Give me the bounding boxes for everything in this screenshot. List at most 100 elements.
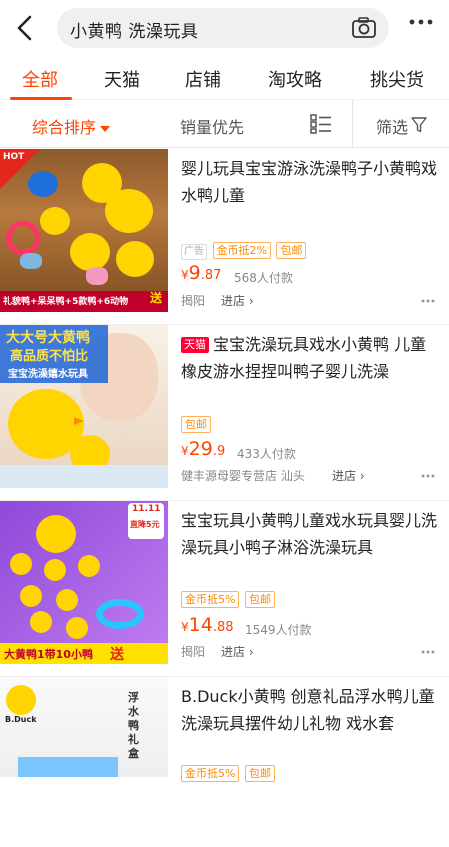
product-card[interactable]: HOT 礼貌鸭+呆呆鸭+5款鸭+6动物 送 婴儿玩具宝宝游泳洗澡鸭子小黄鸭戏水鸭… (0, 149, 449, 325)
duck-hat (28, 171, 58, 197)
product-title[interactable]: 天猫 宝宝洗澡玩具戏水小黄鸭 儿童橡皮游水捏捏叫鸭子婴儿洗澡 (181, 331, 439, 385)
sort-bar: 综合排序 销量优先 筛选 (0, 100, 449, 148)
product-image[interactable]: HOT 礼貌鸭+呆呆鸭+5款鸭+6动物 送 (0, 149, 168, 312)
coin-tag: 金币抵2% (212, 242, 271, 259)
image-headline: 大大号大黄鸭 (6, 330, 90, 346)
product-info: B.Duck小黄鸭 创意礼品浮水鸭儿童洗澡玩具摆件幼儿礼物 戏水套 金币抵5% … (181, 677, 439, 847)
list-view-icon[interactable] (310, 114, 332, 134)
product-image[interactable]: B.Duck 浮水鸭礼盒 (0, 677, 168, 777)
search-header: 小黄鸭 洗澡玩具 (0, 0, 449, 58)
duck-small (40, 207, 70, 235)
box-vertical-text: 浮水鸭礼盒 (128, 691, 139, 760)
sort-composite-label: 综合排序 (32, 118, 97, 137)
bduck-logo (6, 685, 36, 715)
enter-shop-link[interactable]: 进店 › (221, 643, 254, 660)
camera-icon[interactable] (351, 16, 377, 40)
duck-small (66, 617, 88, 639)
enter-shop-link[interactable]: 进店 › (221, 292, 254, 309)
caret-down-icon (100, 125, 111, 132)
tab-tmall[interactable]: 天猫 (104, 66, 140, 92)
currency-symbol: ¥ (181, 268, 189, 282)
more-dots-icon[interactable] (421, 474, 435, 478)
brand-text: B.Duck (5, 715, 37, 724)
tab-picks[interactable]: 挑尖货 (370, 66, 424, 92)
product-title[interactable]: B.Duck小黄鸭 创意礼品浮水鸭儿童洗澡玩具摆件幼儿礼物 戏水套 (181, 683, 439, 737)
image-send-text: 送 (150, 291, 163, 305)
free-shipping-tag: 包邮 (244, 765, 275, 782)
product-tags: 包邮 (181, 416, 211, 433)
duck-big (105, 189, 153, 233)
duck-beak (74, 417, 84, 425)
product-title-text: 宝宝洗澡玩具戏水小黄鸭 儿童橡皮游水捏捏叫鸭子婴儿洗澡 (181, 335, 427, 381)
duck-small (78, 555, 100, 577)
search-input[interactable]: 小黄鸭 洗澡玩具 (57, 8, 389, 48)
duck-small (44, 559, 66, 581)
image-caption: 宝宝洗澡嬉水玩具 (8, 369, 88, 380)
image-subline: 高品质不怕比 (10, 349, 89, 364)
shop-location: 揭阳 (181, 645, 206, 659)
coin-tag: 金币抵5% (181, 765, 240, 782)
promo-date: 11.11 (132, 504, 161, 514)
enter-shop-label: 进店 (332, 469, 357, 483)
duck-small (20, 585, 42, 607)
more-dots-icon[interactable] (421, 650, 435, 654)
filter-button[interactable]: 筛选 (376, 114, 408, 138)
price-integer: 29 (188, 438, 213, 460)
filter-icon[interactable] (411, 117, 427, 133)
shop-name: 健丰源母婴专营店 汕头 (181, 469, 305, 483)
promo-discount: 直降5元 (130, 520, 160, 529)
tab-guides[interactable]: 淘攻略 (268, 66, 322, 92)
duck-small (116, 241, 154, 277)
image-banner-text: 礼貌鸭+呆呆鸭+5款鸭+6动物 (3, 297, 129, 307)
image-banner-text: 大黄鸭1带10小鸭 (4, 648, 93, 661)
tmall-badge: 天猫 (181, 337, 209, 353)
product-price: ¥14.88 (181, 614, 234, 636)
enter-shop-link[interactable]: 进店 › (332, 467, 365, 484)
currency-symbol: ¥ (181, 444, 189, 458)
product-card[interactable]: 大大号大黄鸭 高品质不怕比 宝宝洗澡嬉水玩具 天猫 宝宝洗澡玩具戏水小黄鸭 儿童橡… (0, 325, 449, 501)
price-decimal: .9 (212, 444, 226, 459)
currency-symbol: ¥ (181, 620, 189, 634)
pig-toy (86, 267, 108, 285)
more-dots-icon[interactable] (421, 299, 435, 303)
coin-tag: 金币抵5% (181, 591, 240, 608)
free-shipping-tag: 包邮 (276, 242, 307, 259)
price-integer: 9 (188, 262, 201, 284)
enter-shop-label: 进店 (221, 294, 246, 308)
category-tabs: 全部 天猫 店铺 淘攻略 挑尖货 (0, 58, 449, 100)
product-card[interactable]: 11.11 直降5元 大黄鸭1带10小鸭 送 宝宝玩具小黄鸭儿童戏水玩具婴儿洗澡… (0, 501, 449, 677)
duck-box (18, 757, 118, 777)
product-info: 婴儿玩具宝宝游泳洗澡鸭子小黄鸭戏水鸭儿童 广告 金币抵2% 包邮 ¥9.87 5… (181, 149, 439, 319)
sort-divider (352, 100, 353, 148)
tab-all[interactable]: 全部 (22, 66, 58, 92)
free-shipping-tag: 包邮 (181, 416, 211, 433)
duck-small (56, 589, 78, 611)
product-title[interactable]: 宝宝玩具小黄鸭儿童戏水玩具婴儿洗澡玩具小鸭子淋浴洗澡玩具 (181, 507, 439, 561)
swim-ring (96, 599, 144, 629)
product-image[interactable]: 大大号大黄鸭 高品质不怕比 宝宝洗澡嬉水玩具 (0, 325, 168, 488)
product-info: 天猫 宝宝洗澡玩具戏水小黄鸭 儿童橡皮游水捏捏叫鸭子婴儿洗澡 包邮 ¥29.9 4… (181, 325, 439, 495)
product-title[interactable]: 婴儿玩具宝宝游泳洗澡鸭子小黄鸭戏水鸭儿童 (181, 155, 439, 209)
product-price: ¥9.87 (181, 262, 221, 284)
duck-small (70, 233, 110, 271)
price-integer: 14 (188, 614, 213, 636)
price-decimal: .87 (200, 268, 222, 283)
enter-shop-label: 进店 (221, 645, 246, 659)
image-send-text: 送 (110, 647, 124, 663)
sort-sales[interactable]: 销量优先 (180, 114, 244, 138)
product-image[interactable]: 11.11 直降5元 大黄鸭1带10小鸭 送 (0, 501, 168, 664)
price-decimal: .88 (212, 620, 234, 635)
more-options-icon[interactable] (409, 18, 433, 26)
tab-shops[interactable]: 店铺 (185, 66, 221, 92)
sort-composite[interactable]: 综合排序 (32, 114, 111, 138)
hot-label: HOT (3, 152, 25, 162)
elephant-toy (20, 253, 42, 269)
product-price: ¥29.9 (181, 438, 225, 460)
back-arrow-icon[interactable] (12, 13, 38, 43)
free-shipping-tag: 包邮 (244, 591, 275, 608)
duck-big (36, 515, 76, 553)
search-query: 小黄鸭 洗澡玩具 (70, 22, 199, 42)
sold-count: 433人付款 (237, 447, 296, 461)
product-tags: 广告 金币抵2% 包邮 (181, 242, 307, 260)
product-card[interactable]: B.Duck 浮水鸭礼盒 B.Duck小黄鸭 创意礼品浮水鸭儿童洗澡玩具摆件幼儿… (0, 677, 449, 782)
